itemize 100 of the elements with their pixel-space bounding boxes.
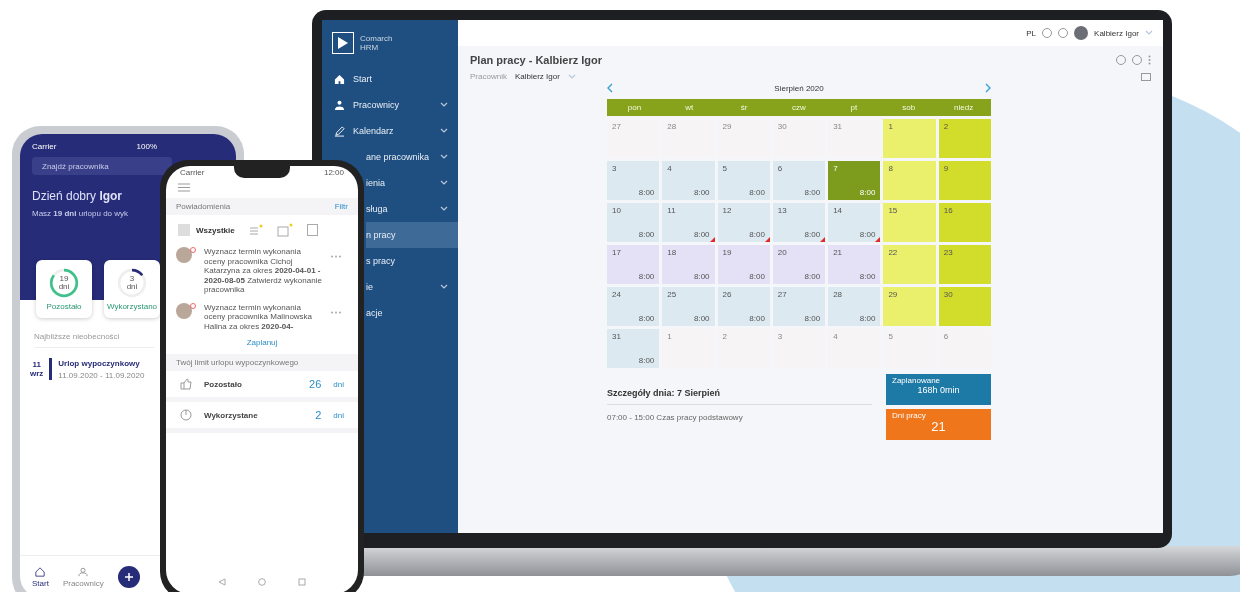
calendar-day[interactable]: 27 8:00 bbox=[772, 287, 826, 326]
sidebar-item[interactable]: ie bbox=[366, 274, 458, 300]
calendar-day[interactable]: 3 8:00 bbox=[607, 161, 660, 200]
calendar-day[interactable]: 10 8:00 bbox=[607, 203, 660, 242]
language-selector[interactable]: PL bbox=[1026, 28, 1037, 38]
summary-card[interactable]: 3 dni Wykorzystano bbox=[104, 260, 160, 318]
limit-value: 26 bbox=[309, 378, 322, 390]
calendar-day[interactable]: 12 8:00 bbox=[717, 203, 770, 242]
calendar-day[interactable]: 25 8:00 bbox=[662, 287, 715, 326]
sidebar-item[interactable]: Kalendarz bbox=[322, 118, 458, 144]
calendar-day[interactable]: 29 bbox=[717, 119, 770, 158]
day-number: 25 bbox=[667, 290, 678, 299]
list-icon[interactable] bbox=[248, 224, 263, 236]
more-icon[interactable] bbox=[1148, 55, 1151, 65]
calendar-day[interactable]: 4 bbox=[828, 329, 881, 368]
more-icon[interactable] bbox=[330, 255, 342, 258]
calendar-day[interactable]: 23 bbox=[938, 245, 991, 284]
calendar-day[interactable]: 18 8:00 bbox=[662, 245, 715, 284]
pen-icon bbox=[334, 125, 345, 137]
home-icon[interactable] bbox=[258, 578, 266, 586]
calendar-day[interactable]: 13 8:00 bbox=[772, 203, 826, 242]
day-number: 4 bbox=[833, 332, 839, 341]
summary-card[interactable]: 19 dni Pozostało bbox=[36, 260, 92, 318]
sidebar-item[interactable]: Start bbox=[322, 66, 458, 92]
calendar-day[interactable]: 14 8:00 bbox=[828, 203, 881, 242]
chevron-icon bbox=[440, 128, 448, 134]
logo-text: Comarch bbox=[360, 34, 393, 43]
calendar-day[interactable]: 11 8:00 bbox=[662, 203, 715, 242]
calendar-day[interactable]: 5 bbox=[883, 329, 936, 368]
absence-title: Urlop wypoczynkowy bbox=[58, 358, 141, 368]
add-button[interactable] bbox=[117, 566, 140, 588]
notification-text[interactable]: Wyznacz termin wykonania oceny pracownika Malinowska Halina za okres 2020-04- bbox=[204, 302, 322, 331]
day-number: 31 bbox=[612, 332, 622, 341]
calendar-day[interactable]: 2 bbox=[717, 329, 770, 368]
calendar-day[interactable]: 31 bbox=[828, 119, 881, 158]
avatar[interactable] bbox=[1074, 26, 1089, 40]
calendar-day[interactable]: 31 8:00 bbox=[607, 329, 660, 368]
tab[interactable]: Pracownicy bbox=[62, 566, 104, 588]
calendar-day[interactable]: 28 8:00 bbox=[828, 287, 881, 326]
calendar-day[interactable]: 20 8:00 bbox=[772, 245, 826, 284]
document-icon[interactable] bbox=[306, 224, 318, 236]
more-icon[interactable] bbox=[330, 310, 342, 314]
calendar-day[interactable]: 1 bbox=[662, 329, 715, 368]
bag-icon[interactable] bbox=[276, 223, 293, 237]
calendar-day[interactable]: 2 bbox=[938, 119, 991, 158]
calendar-day[interactable]: 1 bbox=[883, 119, 936, 158]
absence-day: 11 bbox=[32, 360, 41, 369]
sidebar-item[interactable]: sługa bbox=[366, 196, 458, 222]
calendar-day[interactable]: 17 8:00 bbox=[607, 245, 660, 284]
plan-link[interactable]: Zaplanuj bbox=[240, 337, 284, 348]
calendar-day[interactable]: 15 bbox=[883, 203, 936, 242]
plus-icon bbox=[123, 572, 134, 582]
details-title: Szczegóły dnia: 7 Sierpień bbox=[607, 388, 872, 405]
notification-text[interactable]: Wyznacz termin wykonania oceny pracownika Cichoj Katarzyna za okres 2020-04-01 - 2020-08-05 Zatwierdź wykonanie pracownika bbox=[204, 247, 322, 295]
calendar-day[interactable]: 16 bbox=[938, 203, 991, 242]
calendar-day[interactable]: 28 bbox=[662, 119, 715, 158]
calendar-day[interactable]: 21 8:00 bbox=[828, 245, 881, 284]
employee-dropdown[interactable]: Kalbierz Igor bbox=[514, 72, 560, 81]
user-name[interactable]: Kalbierz Igor bbox=[1094, 28, 1139, 38]
calendar-day[interactable]: 9 bbox=[938, 161, 991, 200]
day-number: 19 bbox=[722, 248, 733, 257]
calendar-day[interactable]: 30 bbox=[772, 119, 826, 158]
sidebar-item[interactable]: s pracy bbox=[366, 248, 458, 274]
calendar-icon[interactable] bbox=[1141, 72, 1151, 81]
chevron-icon bbox=[440, 180, 448, 186]
next-icon[interactable] bbox=[985, 83, 991, 93]
sidebar-item[interactable]: n pracy bbox=[366, 222, 458, 248]
weekday-label: sob bbox=[901, 103, 917, 112]
previous-icon[interactable] bbox=[607, 83, 613, 93]
search-field[interactable]: Znajdź pracownika bbox=[32, 157, 172, 175]
calendar-day[interactable]: 30 bbox=[938, 287, 991, 326]
filter-link[interactable]: Filtr bbox=[334, 202, 348, 211]
calendar-day[interactable]: 5 8:00 bbox=[717, 161, 770, 200]
calendar-day[interactable]: 27 bbox=[607, 119, 660, 158]
sidebar-item[interactable]: acje bbox=[366, 300, 458, 326]
day-hours: 8:00 bbox=[859, 188, 876, 197]
details-entry: 07:00 - 15:00 Czas pracy podstawowy bbox=[607, 413, 744, 422]
limit-unit: dni bbox=[333, 410, 344, 420]
sidebar-item[interactable]: Pracownicy bbox=[322, 92, 458, 118]
calendar-day[interactable]: 4 8:00 bbox=[662, 161, 715, 200]
chevron-icon bbox=[440, 284, 448, 290]
calendar-day[interactable]: 6 8:00 bbox=[772, 161, 826, 200]
menu-icon[interactable] bbox=[178, 183, 190, 192]
recent-apps-icon[interactable] bbox=[298, 578, 306, 586]
day-number: 6 bbox=[777, 164, 784, 173]
back-icon[interactable] bbox=[218, 578, 226, 586]
calendar-day[interactable]: 24 8:00 bbox=[607, 287, 660, 326]
calendar-day[interactable]: 3 bbox=[772, 329, 826, 368]
calendar-day[interactable]: 29 bbox=[883, 287, 936, 326]
day-hours: 8:00 bbox=[638, 272, 655, 281]
calendar-day[interactable]: 19 8:00 bbox=[717, 245, 770, 284]
filter-chip[interactable]: Wszystkie bbox=[178, 224, 235, 236]
tab[interactable]: Start bbox=[32, 566, 49, 588]
sidebar-item[interactable]: ienia bbox=[366, 170, 458, 196]
calendar-day[interactable]: 6 bbox=[938, 329, 991, 368]
sidebar-item[interactable]: ane pracownika bbox=[366, 144, 458, 170]
calendar-day[interactable]: 22 bbox=[883, 245, 936, 284]
calendar-day[interactable]: 26 8:00 bbox=[717, 287, 770, 326]
day-hours: 8:00 bbox=[749, 188, 765, 197]
calendar-day[interactable]: 8 bbox=[883, 161, 936, 200]
